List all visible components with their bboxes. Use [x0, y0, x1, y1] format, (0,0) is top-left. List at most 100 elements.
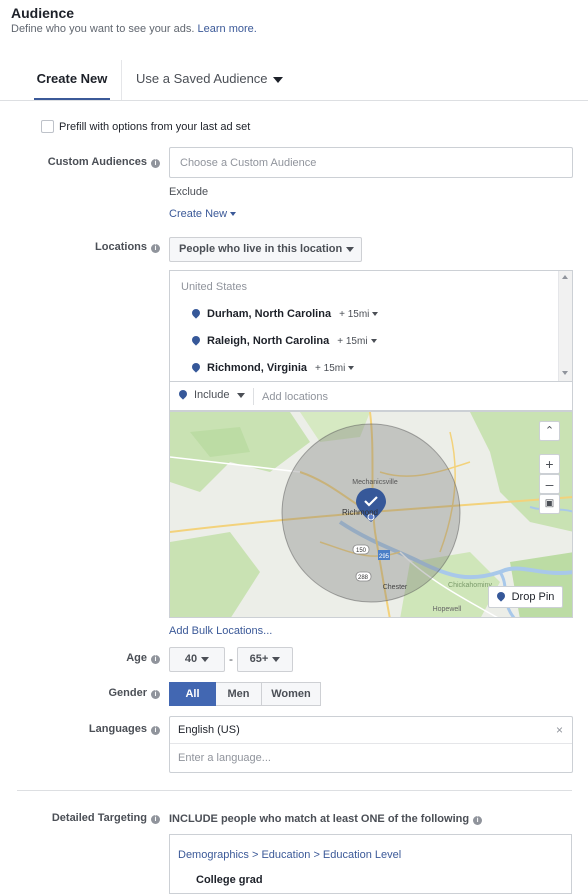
map-place-label: Chickahominy: [448, 582, 492, 589]
radius-dropdown[interactable]: + 15mi: [337, 335, 377, 347]
map-place-label: Hopewell: [433, 606, 462, 613]
radius-dropdown[interactable]: + 15mi: [315, 362, 355, 374]
exclude-link[interactable]: Exclude: [169, 186, 208, 198]
add-locations-input[interactable]: Add locations: [262, 391, 328, 403]
language-token-label: English (US): [178, 724, 240, 736]
info-icon[interactable]: i: [151, 726, 160, 735]
gender-selector: All Men Women: [169, 682, 321, 706]
location-search-bar: Include Add locations: [169, 381, 573, 411]
age-label-text: Age: [126, 652, 147, 664]
location-mode-dropdown[interactable]: People who live in this location: [169, 237, 362, 262]
age-dash: -: [229, 652, 233, 666]
locations-label: Locations i: [95, 241, 160, 253]
location-item: Richmond, Virginia + 15mi: [190, 360, 355, 376]
gender-all-button[interactable]: All: [169, 682, 216, 706]
location-country: United States: [181, 281, 248, 293]
chevron-down-icon: [272, 76, 283, 83]
pin-icon: [190, 307, 202, 319]
info-icon[interactable]: i: [151, 159, 160, 168]
detailed-targeting-label: Detailed Targeting i: [52, 812, 160, 824]
location-name: Raleigh, North Carolina: [207, 335, 330, 347]
locations-label-text: Locations: [95, 241, 147, 253]
include-label: Include: [194, 389, 230, 401]
targeting-breadcrumb[interactable]: Demographics > Education > Education Lev…: [178, 849, 401, 861]
scroll-up-icon[interactable]: [562, 275, 568, 279]
audience-tabs: Create New Use a Saved Audience: [0, 60, 588, 101]
info-icon[interactable]: i: [473, 816, 483, 825]
location-map[interactable]: 150 295 288 Mechanicsville Richmond Ches…: [169, 411, 573, 618]
tab-saved-audience[interactable]: Use a Saved Audience: [136, 60, 283, 100]
radius-dropdown[interactable]: + 15mi: [339, 308, 379, 320]
custom-audiences-label: Custom Audiences i: [48, 156, 160, 168]
chevron-down-icon: [348, 365, 355, 370]
tab-create-new[interactable]: Create New: [34, 60, 110, 100]
location-item: Raleigh, North Carolina + 15mi: [190, 333, 377, 349]
pin-icon: [494, 590, 507, 602]
create-new-label: Create New: [169, 208, 228, 220]
languages-label: Languages i: [89, 723, 160, 735]
create-new-dropdown[interactable]: Create New: [169, 208, 237, 220]
prefill-checkbox[interactable]: [41, 120, 54, 133]
drop-pin-label: Drop Pin: [511, 591, 555, 603]
zoom-out-button[interactable]: –: [539, 474, 560, 494]
radius-value: + 15mi: [337, 335, 368, 347]
info-icon[interactable]: i: [151, 244, 160, 253]
section-title: Audience: [11, 5, 75, 21]
language-token: English (US) ×: [170, 717, 572, 744]
section-subtitle: Define who you want to see your ads. Lea…: [11, 23, 257, 35]
include-dropdown[interactable]: Include: [177, 388, 246, 401]
zoom-in-button[interactable]: +: [539, 454, 560, 474]
info-icon[interactable]: i: [151, 690, 160, 699]
chevron-down-icon: [272, 656, 281, 662]
scroll-down-icon[interactable]: [562, 371, 568, 375]
collapse-map-button[interactable]: ⌃: [539, 421, 560, 441]
gender-men-button[interactable]: Men: [216, 682, 262, 706]
info-icon[interactable]: i: [151, 655, 160, 664]
location-list: United States Durham, North Carolina + 1…: [169, 270, 573, 382]
age-max-value: 65+: [249, 653, 269, 665]
gender-women-button[interactable]: Women: [262, 682, 321, 706]
prefill-label: Prefill with options from your last ad s…: [59, 121, 251, 133]
route-label: 295: [379, 554, 390, 560]
location-name: Richmond, Virginia: [207, 362, 308, 374]
custom-audience-placeholder: Choose a Custom Audience: [180, 157, 317, 169]
learn-more-link[interactable]: Learn more.: [198, 23, 257, 35]
gender-label-text: Gender: [108, 687, 147, 699]
languages-field: English (US) × Enter a language...: [169, 716, 573, 773]
location-list-scrollbar[interactable]: [558, 271, 572, 381]
age-min-value: 40: [184, 653, 198, 665]
info-icon[interactable]: i: [151, 815, 160, 824]
radius-value: + 15mi: [315, 362, 346, 374]
map-place-label: Mechanicsville: [352, 479, 398, 486]
age-max-dropdown[interactable]: 65+: [237, 647, 293, 672]
add-bulk-locations-link[interactable]: Add Bulk Locations...: [169, 625, 272, 637]
languages-label-text: Languages: [88, 723, 147, 735]
route-label: 288: [358, 575, 369, 581]
language-input[interactable]: Enter a language...: [178, 752, 271, 764]
detailed-targeting-box: Demographics > Education > Education Lev…: [169, 834, 572, 894]
close-icon[interactable]: ×: [556, 723, 563, 737]
detailed-targeting-description: INCLUDE people who match at least ONE of…: [169, 813, 483, 825]
drop-pin-button[interactable]: Drop Pin: [488, 586, 563, 608]
fullscreen-icon[interactable]: ▣: [539, 494, 560, 514]
map-place-label: Richmond: [342, 508, 378, 517]
gender-label: Gender i: [108, 687, 160, 699]
tab-saved-label: Use a Saved Audience: [136, 71, 268, 86]
pin-icon: [177, 388, 189, 400]
chevron-down-icon: [372, 311, 379, 316]
age-label: Age i: [126, 652, 160, 664]
divider: [253, 388, 254, 405]
location-mode-label: People who live in this location: [179, 243, 343, 255]
age-min-dropdown[interactable]: 40: [169, 647, 225, 672]
location-name: Durham, North Carolina: [207, 308, 332, 320]
custom-audience-input[interactable]: Choose a Custom Audience: [169, 147, 573, 178]
subtitle-text: Define who you want to see your ads.: [11, 23, 195, 35]
divider: [17, 790, 572, 791]
custom-audiences-label-text: Custom Audiences: [47, 156, 147, 168]
radius-value: + 15mi: [339, 308, 370, 320]
map-place-label: Chester: [383, 584, 408, 591]
targeting-item: College grad: [196, 874, 263, 886]
detailed-targeting-description-text: INCLUDE people who match at least ONE of…: [169, 813, 470, 825]
chevron-down-icon: [346, 246, 355, 252]
detailed-targeting-label-text: Detailed Targeting: [51, 812, 147, 824]
